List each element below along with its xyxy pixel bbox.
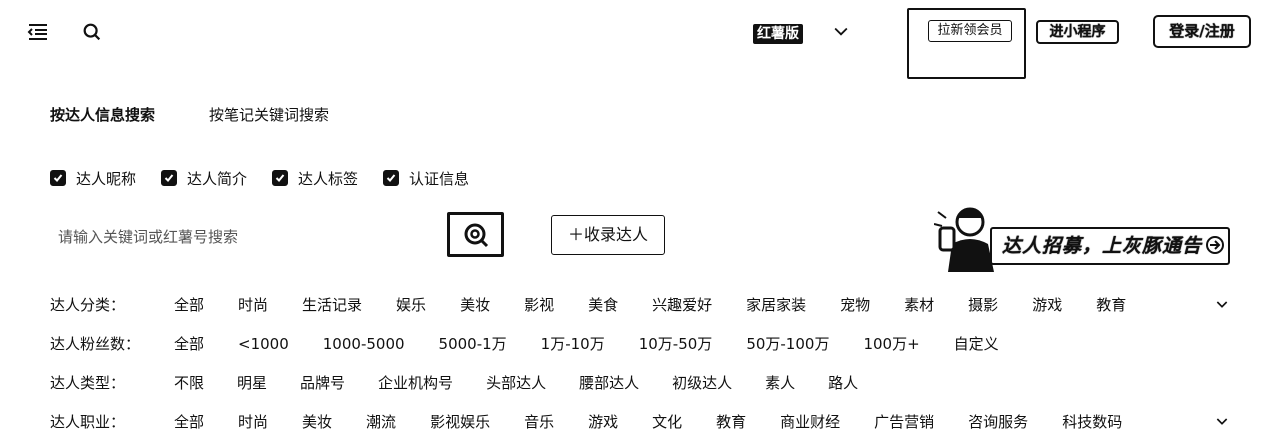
filter-option[interactable]: 游戏 <box>588 411 618 433</box>
filter-option[interactable]: 美妆 <box>302 411 332 433</box>
filter-option[interactable]: 企业机构号 <box>378 372 453 394</box>
login-register-button[interactable]: 登录/注册 <box>1153 15 1251 48</box>
invite-member-button[interactable]: 拉新领会员 <box>928 20 1012 42</box>
filter-option[interactable]: 头部达人 <box>486 372 546 394</box>
filter-option[interactable]: 时尚 <box>238 294 268 316</box>
mini-program-button[interactable]: 进小程序 <box>1036 20 1119 44</box>
filter-option[interactable]: 初级达人 <box>672 372 732 394</box>
filter-option[interactable]: 时尚 <box>238 411 268 433</box>
filter-label: 达人类型： <box>50 374 126 392</box>
filter-label: 达人职业： <box>50 413 126 431</box>
filter-option[interactable]: 50万-100万 <box>746 333 829 355</box>
search-submit-button[interactable] <box>447 212 504 257</box>
filter-option[interactable]: 全部 <box>174 333 204 355</box>
filter-option[interactable]: 生活记录 <box>302 294 362 316</box>
checkbox-checked-icon[interactable] <box>161 170 177 186</box>
filter-option[interactable]: 腰部达人 <box>579 372 639 394</box>
filter-row-profession: 达人职业： 全部 时尚 美妆 潮流 影视娱乐 音乐 游戏 文化 教育 商业财经 … <box>0 411 1280 433</box>
invite-highlight-box <box>907 8 1026 79</box>
filter-option[interactable]: 文化 <box>652 411 682 433</box>
filter-option[interactable]: 素人 <box>765 372 795 394</box>
filter-options: 全部 时尚 生活记录 娱乐 美妆 影视 美食 兴趣爱好 家居家装 宠物 素材 摄… <box>174 294 1126 316</box>
collect-influencer-button[interactable]: ＋收录达人 <box>551 215 665 255</box>
filter-option[interactable]: 全部 <box>174 294 204 316</box>
checkbox-label: 认证信息 <box>409 169 470 188</box>
filter-option[interactable]: 游戏 <box>1032 294 1062 316</box>
filter-option[interactable]: 5000-1万 <box>439 333 507 355</box>
filter-option[interactable]: 路人 <box>828 372 858 394</box>
filter-row-fans: 达人粉丝数： 全部 <1000 1000-5000 5000-1万 1万-10万… <box>0 333 1280 355</box>
filter-option[interactable]: 不限 <box>174 372 204 394</box>
filter-option[interactable]: 1000-5000 <box>323 333 405 355</box>
filter-option[interactable]: 10万-50万 <box>639 333 713 355</box>
filter-option[interactable]: 商业财经 <box>780 411 840 433</box>
checkbox-checked-icon[interactable] <box>272 170 288 186</box>
tab-search-by-keyword[interactable]: 按笔记关键词搜索 <box>209 104 329 125</box>
filter-option[interactable]: 娱乐 <box>396 294 426 316</box>
filter-option[interactable]: 音乐 <box>524 411 554 433</box>
filter-option[interactable]: 广告营销 <box>874 411 934 433</box>
filter-option[interactable]: 科技数码 <box>1062 411 1122 433</box>
checkbox-bio[interactable]: 达人简介 <box>161 168 247 188</box>
edition-badge[interactable]: 红薯版 <box>753 24 803 44</box>
filter-option[interactable]: 教育 <box>1096 294 1126 316</box>
filter-options: 全部 <1000 1000-5000 5000-1万 1万-10万 10万-50… <box>174 333 999 355</box>
filter-option[interactable]: <1000 <box>238 333 289 355</box>
filter-option[interactable]: 教育 <box>716 411 746 433</box>
filter-option[interactable]: 自定义 <box>954 333 999 355</box>
search-icon <box>464 223 488 247</box>
filter-row-category: 达人分类： 全部 时尚 生活记录 娱乐 美妆 影视 美食 兴趣爱好 家居家装 宠… <box>0 294 1280 316</box>
search-icon[interactable] <box>80 20 104 44</box>
filter-option[interactable]: 潮流 <box>366 411 396 433</box>
filter-option[interactable]: 全部 <box>174 411 204 433</box>
filter-label: 达人分类： <box>50 296 126 314</box>
filter-option[interactable]: 美妆 <box>460 294 490 316</box>
chevron-down-icon[interactable] <box>1212 411 1232 431</box>
filter-option[interactable]: 家居家装 <box>746 294 806 316</box>
filter-option[interactable]: 摄影 <box>968 294 998 316</box>
tab-search-by-influencer[interactable]: 按达人信息搜索 <box>50 104 155 125</box>
filter-option[interactable]: 影视 <box>524 294 554 316</box>
arrow-right-circle-icon[interactable] <box>1204 234 1226 256</box>
chevron-down-icon[interactable] <box>830 20 852 42</box>
filter-options: 不限 明星 品牌号 企业机构号 头部达人 腰部达人 初级达人 素人 路人 <box>174 372 858 394</box>
chevron-down-icon[interactable] <box>1212 294 1232 314</box>
filter-option[interactable]: 100万+ <box>863 333 919 355</box>
filter-option[interactable]: 宠物 <box>840 294 870 316</box>
filter-option[interactable]: 兴趣爱好 <box>652 294 712 316</box>
filter-option[interactable]: 明星 <box>237 372 267 394</box>
filter-option[interactable]: 品牌号 <box>300 372 345 394</box>
filter-options: 全部 时尚 美妆 潮流 影视娱乐 音乐 游戏 文化 教育 商业财经 广告营销 咨… <box>174 411 1122 433</box>
checkbox-label: 达人标签 <box>298 169 359 188</box>
filter-option[interactable]: 影视娱乐 <box>430 411 490 433</box>
checkbox-verification[interactable]: 认证信息 <box>383 168 469 188</box>
checkbox-tags[interactable]: 达人标签 <box>272 168 358 188</box>
filter-option[interactable]: 素材 <box>904 294 934 316</box>
checkbox-checked-icon[interactable] <box>50 170 66 186</box>
checkbox-nickname[interactable]: 达人昵称 <box>50 168 136 188</box>
menu-icon[interactable] <box>26 20 50 44</box>
checkbox-label: 达人简介 <box>187 169 248 188</box>
filter-option[interactable]: 1万-10万 <box>541 333 605 355</box>
search-input[interactable] <box>56 217 446 257</box>
filter-option[interactable]: 美食 <box>588 294 618 316</box>
filter-option[interactable]: 咨询服务 <box>968 411 1028 433</box>
filter-label: 达人粉丝数： <box>50 335 141 353</box>
filter-row-type: 达人类型： 不限 明星 品牌号 企业机构号 头部达人 腰部达人 初级达人 素人 … <box>0 372 1280 394</box>
checkbox-checked-icon[interactable] <box>383 170 399 186</box>
banner-text[interactable]: 达人招募，上灰豚通告 <box>1002 231 1202 258</box>
checkbox-label: 达人昵称 <box>76 169 137 188</box>
